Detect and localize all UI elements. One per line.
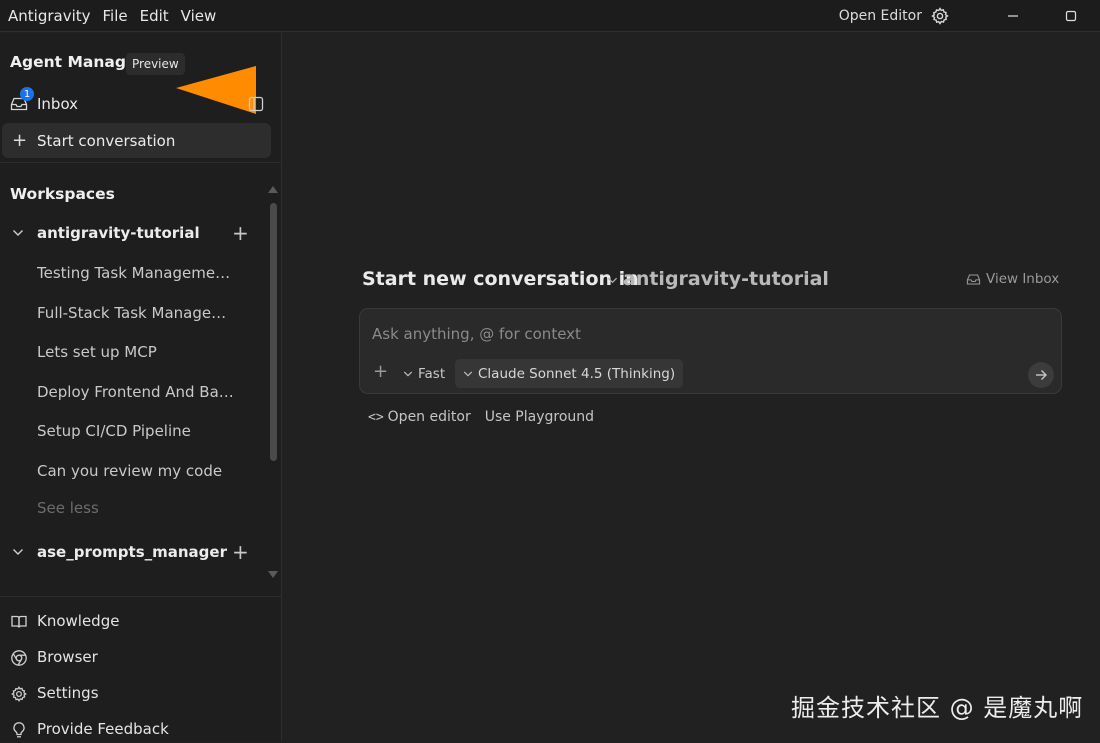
prompt-input[interactable] xyxy=(372,323,1032,345)
book-icon xyxy=(10,613,28,631)
chevron-down-icon xyxy=(13,549,23,555)
open-editor-button[interactable]: Open Editor xyxy=(839,8,922,24)
code-icon: <> xyxy=(368,410,384,425)
gear-icon xyxy=(10,685,28,703)
sidebar-item-settings[interactable]: Settings xyxy=(0,681,282,707)
view-menu[interactable]: View xyxy=(175,7,223,25)
conversation-item[interactable]: Deploy Frontend And Bac... xyxy=(37,383,237,401)
scroll-down-arrow[interactable] xyxy=(268,571,278,578)
sidebar-item-knowledge[interactable]: Knowledge xyxy=(0,609,282,635)
model-label: Claude Sonnet 4.5 (Thinking) xyxy=(478,365,676,382)
scrollbar-thumb[interactable] xyxy=(270,203,277,461)
inbox-label: Inbox xyxy=(37,95,79,113)
settings-label: Settings xyxy=(37,684,99,702)
app-menu[interactable]: Antigravity xyxy=(0,7,97,25)
divider xyxy=(0,162,282,163)
watermark: 掘金技术社区 @ 是魔丸啊 xyxy=(791,694,1084,722)
new-conversation-heading: Start new conversation in xyxy=(362,268,639,290)
workspace-antigravity-tutorial[interactable]: antigravity-tutorial + xyxy=(0,221,264,247)
sidebar: Agent Manager Preview 1 Inbox + Start co… xyxy=(0,33,282,741)
sidebar-item-browser[interactable]: Browser xyxy=(0,645,282,671)
feedback-label: Provide Feedback xyxy=(37,720,169,738)
view-inbox-link[interactable]: View Inbox xyxy=(966,271,1059,287)
workspace-name: antigravity-tutorial xyxy=(37,224,200,242)
knowledge-label: Knowledge xyxy=(37,612,120,630)
browser-label: Browser xyxy=(37,648,98,666)
conversation-item[interactable]: Can you review my code xyxy=(37,462,237,480)
view-inbox-label: View Inbox xyxy=(986,271,1060,287)
start-conversation-button[interactable]: + Start conversation xyxy=(2,123,271,158)
lightbulb-icon xyxy=(10,721,28,739)
open-editor-link[interactable]: <> Open editor xyxy=(368,409,471,425)
composer-links: <> Open editor Use Playground xyxy=(368,409,594,425)
chevron-down-icon xyxy=(403,371,413,377)
title-bar: Antigravity File Edit View Open Editor xyxy=(0,0,1100,32)
sidebar-item-inbox[interactable]: 1 Inbox xyxy=(0,87,282,119)
model-selector[interactable]: Claude Sonnet 4.5 (Thinking) xyxy=(455,359,684,388)
send-button[interactable] xyxy=(1028,362,1054,388)
gear-icon[interactable] xyxy=(930,6,950,26)
use-playground-link[interactable]: Use Playground xyxy=(485,409,594,425)
sidebar-item-feedback[interactable]: Provide Feedback xyxy=(0,717,282,743)
toggle-panel-icon[interactable] xyxy=(248,96,264,112)
mode-label: Fast xyxy=(418,366,446,382)
start-conversation-label: Start conversation xyxy=(37,132,176,150)
maximize-button[interactable] xyxy=(1042,0,1100,32)
plus-icon: + xyxy=(12,130,28,151)
prompt-composer: + Fast Claude Sonnet 4.5 (Thinking) xyxy=(359,308,1062,394)
workspace-name: ase_prompts_manager xyxy=(37,543,227,561)
file-menu[interactable]: File xyxy=(97,7,134,25)
chrome-icon xyxy=(10,649,28,667)
add-conversation-button[interactable]: + xyxy=(232,540,249,564)
inbox-count-badge: 1 xyxy=(20,87,34,101)
open-editor-label: Open editor xyxy=(387,409,471,425)
agent-manager-title: Agent Manager xyxy=(10,53,145,71)
add-context-button[interactable]: + xyxy=(373,361,388,382)
workspace-selector[interactable]: antigravity-tutorial xyxy=(623,268,829,290)
conversation-item[interactable]: Full-Stack Task Manageme... xyxy=(37,304,237,322)
conversation-item[interactable]: Lets set up MCP xyxy=(37,343,237,361)
main-panel: Start new conversation in antigravity-tu… xyxy=(283,33,1100,741)
divider xyxy=(0,596,282,597)
scroll-up-arrow[interactable] xyxy=(268,186,278,193)
see-less-link[interactable]: See less xyxy=(37,499,99,517)
minimize-button[interactable] xyxy=(984,0,1042,32)
inbox-icon xyxy=(966,274,981,284)
chevron-down-icon[interactable] xyxy=(607,275,618,286)
chevron-down-icon xyxy=(463,371,473,376)
workspaces-title: Workspaces xyxy=(10,185,115,203)
workspace-ase-prompts-manager[interactable]: ase_prompts_manager + xyxy=(0,540,264,566)
edit-menu[interactable]: Edit xyxy=(134,7,175,25)
conversation-item[interactable]: Setup CI/CD Pipeline xyxy=(37,422,237,440)
chevron-down-icon xyxy=(13,230,23,236)
add-conversation-button[interactable]: + xyxy=(232,221,249,245)
mode-selector[interactable]: Fast xyxy=(403,366,445,382)
arrow-right-icon xyxy=(1036,370,1047,380)
conversation-item[interactable]: Testing Task Management ... xyxy=(37,264,237,282)
title-bar-right: Open Editor xyxy=(839,0,1100,32)
